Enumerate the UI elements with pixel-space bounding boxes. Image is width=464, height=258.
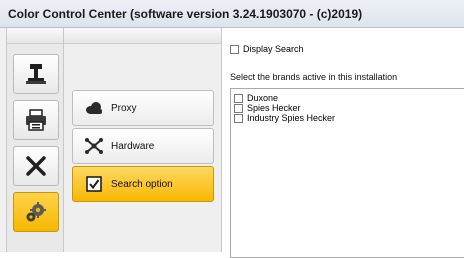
brand-checkbox[interactable] (234, 113, 243, 123)
scale-tool-button[interactable] (13, 54, 59, 94)
scale-icon (26, 64, 46, 84)
nav-hardware-button[interactable]: Hardware (72, 128, 214, 164)
brand-checkbox[interactable] (234, 93, 243, 103)
settings-panel: Display Search Select the brands active … (222, 28, 464, 258)
gears-icon (26, 202, 46, 222)
checkbox-checked-icon (83, 175, 105, 193)
nav-search-option-button[interactable]: Search option (72, 166, 214, 202)
printer-tool-button[interactable] (13, 100, 59, 140)
brand-item[interactable]: Duxone (234, 93, 278, 103)
wrench-screwdriver-icon (26, 156, 46, 176)
nav-proxy-button[interactable]: Proxy (72, 90, 214, 126)
tool-column-header (7, 28, 63, 44)
nav-column: Proxy Hardware Search option (64, 28, 222, 252)
brand-item[interactable]: Industry Spies Hecker (234, 113, 335, 123)
title-bar: Color Control Center (software version 3… (0, 0, 464, 28)
brand-label: Industry Spies Hecker (247, 113, 336, 123)
settings-tool-button[interactable] (13, 192, 59, 232)
tools-tool-button[interactable] (13, 146, 59, 186)
printer-icon (26, 109, 46, 131)
brand-item[interactable]: Spies Hecker (234, 103, 301, 113)
brand-label: Spies Hecker (247, 103, 301, 113)
brands-section-label: Select the brands active in this install… (230, 72, 398, 82)
display-search-label: Display Search (243, 44, 304, 54)
brand-checkbox[interactable] (234, 103, 243, 113)
nav-proxy-label: Proxy (111, 102, 137, 114)
network-icon (83, 137, 105, 155)
window-title: Color Control Center (software version 3… (8, 7, 363, 21)
nav-hardware-label: Hardware (111, 140, 155, 152)
cloud-icon (83, 99, 105, 117)
nav-search-option-label: Search option (111, 178, 173, 190)
brand-label: Duxone (247, 93, 279, 103)
nav-column-header (64, 28, 221, 44)
app-frame: Proxy Hardware Search option Display Sea… (0, 28, 464, 258)
display-search-option[interactable]: Display Search (230, 44, 304, 54)
display-search-checkbox[interactable] (230, 44, 239, 54)
tool-column (6, 28, 64, 252)
brands-list: Duxone Spies Hecker Industry Spies Hecke… (230, 88, 464, 258)
